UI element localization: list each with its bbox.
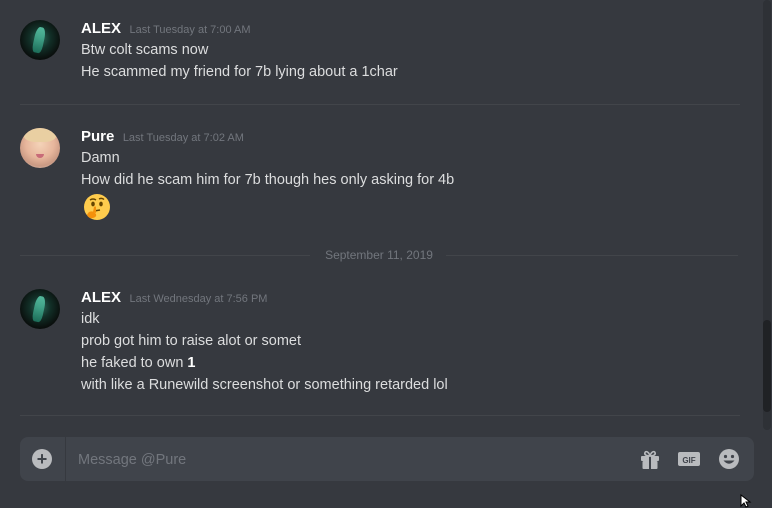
date-divider-label: September 11, 2019 xyxy=(317,248,441,262)
avatar[interactable] xyxy=(20,128,60,168)
username[interactable]: Pure xyxy=(81,128,114,145)
username[interactable]: ALEX xyxy=(81,20,121,37)
chat-messages: ALEX Last Tuesday at 7:00 AM Btw colt sc… xyxy=(0,0,762,430)
message-header: Pure Last Tuesday at 7:02 AM xyxy=(81,128,244,146)
message-text-fragment: he faked to own xyxy=(81,355,188,371)
gift-icon[interactable] xyxy=(638,448,662,470)
avatar[interactable] xyxy=(20,289,60,329)
username[interactable]: ALEX xyxy=(81,289,121,306)
message-text: Btw colt scams now xyxy=(81,42,209,58)
message-text: He scammed my friend for 7b lying about … xyxy=(81,64,398,80)
thinking-face-emoji-icon xyxy=(84,194,110,220)
smile-icon[interactable] xyxy=(717,448,741,470)
message-text: Damn xyxy=(81,150,120,166)
date-divider: September 11, 2019 xyxy=(20,248,738,262)
message-divider xyxy=(20,104,740,105)
svg-text:GIF: GIF xyxy=(682,456,695,465)
plus-circle-icon[interactable]: + xyxy=(32,449,52,469)
bold-text: 1 xyxy=(187,355,196,371)
message-text: idk xyxy=(81,311,100,327)
message-header: ALEX Last Wednesday at 7:56 PM xyxy=(81,289,267,307)
message-composer: + GIF xyxy=(20,437,754,481)
timestamp: Last Tuesday at 7:00 AM xyxy=(129,24,251,36)
timestamp: Last Wednesday at 7:56 PM xyxy=(129,293,268,305)
gif-icon[interactable]: GIF xyxy=(677,448,701,470)
message-text: How did he scam him for 7b though hes on… xyxy=(81,172,455,188)
composer-separator xyxy=(65,437,66,481)
message-text: with like a Runewild screenshot or somet… xyxy=(81,377,448,393)
timestamp: Last Tuesday at 7:02 AM xyxy=(122,132,244,144)
message-header: ALEX Last Tuesday at 7:00 AM xyxy=(81,20,251,38)
message-text: prob got him to raise alot or somet xyxy=(81,333,302,349)
message-input[interactable] xyxy=(76,448,620,472)
date-divider-label-wrap: September 11, 2019 xyxy=(20,248,738,262)
avatar[interactable] xyxy=(20,20,60,60)
scrollbar-thumb[interactable] xyxy=(763,320,771,412)
message-text: he faked to own 1 xyxy=(81,355,196,371)
message-divider xyxy=(20,415,740,416)
